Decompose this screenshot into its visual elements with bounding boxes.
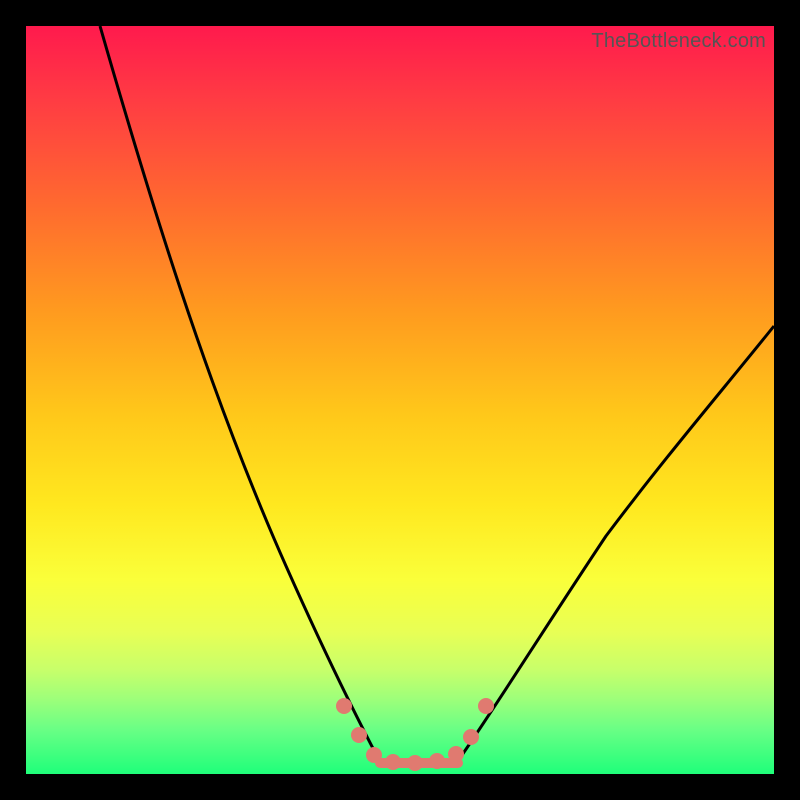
right-curve [460, 326, 774, 758]
bottleneck-curve [26, 26, 774, 774]
left-curve [100, 26, 378, 758]
valley-markers [336, 698, 494, 771]
plot-area: TheBottleneck.com [26, 26, 774, 774]
chart-frame: TheBottleneck.com [0, 0, 800, 800]
